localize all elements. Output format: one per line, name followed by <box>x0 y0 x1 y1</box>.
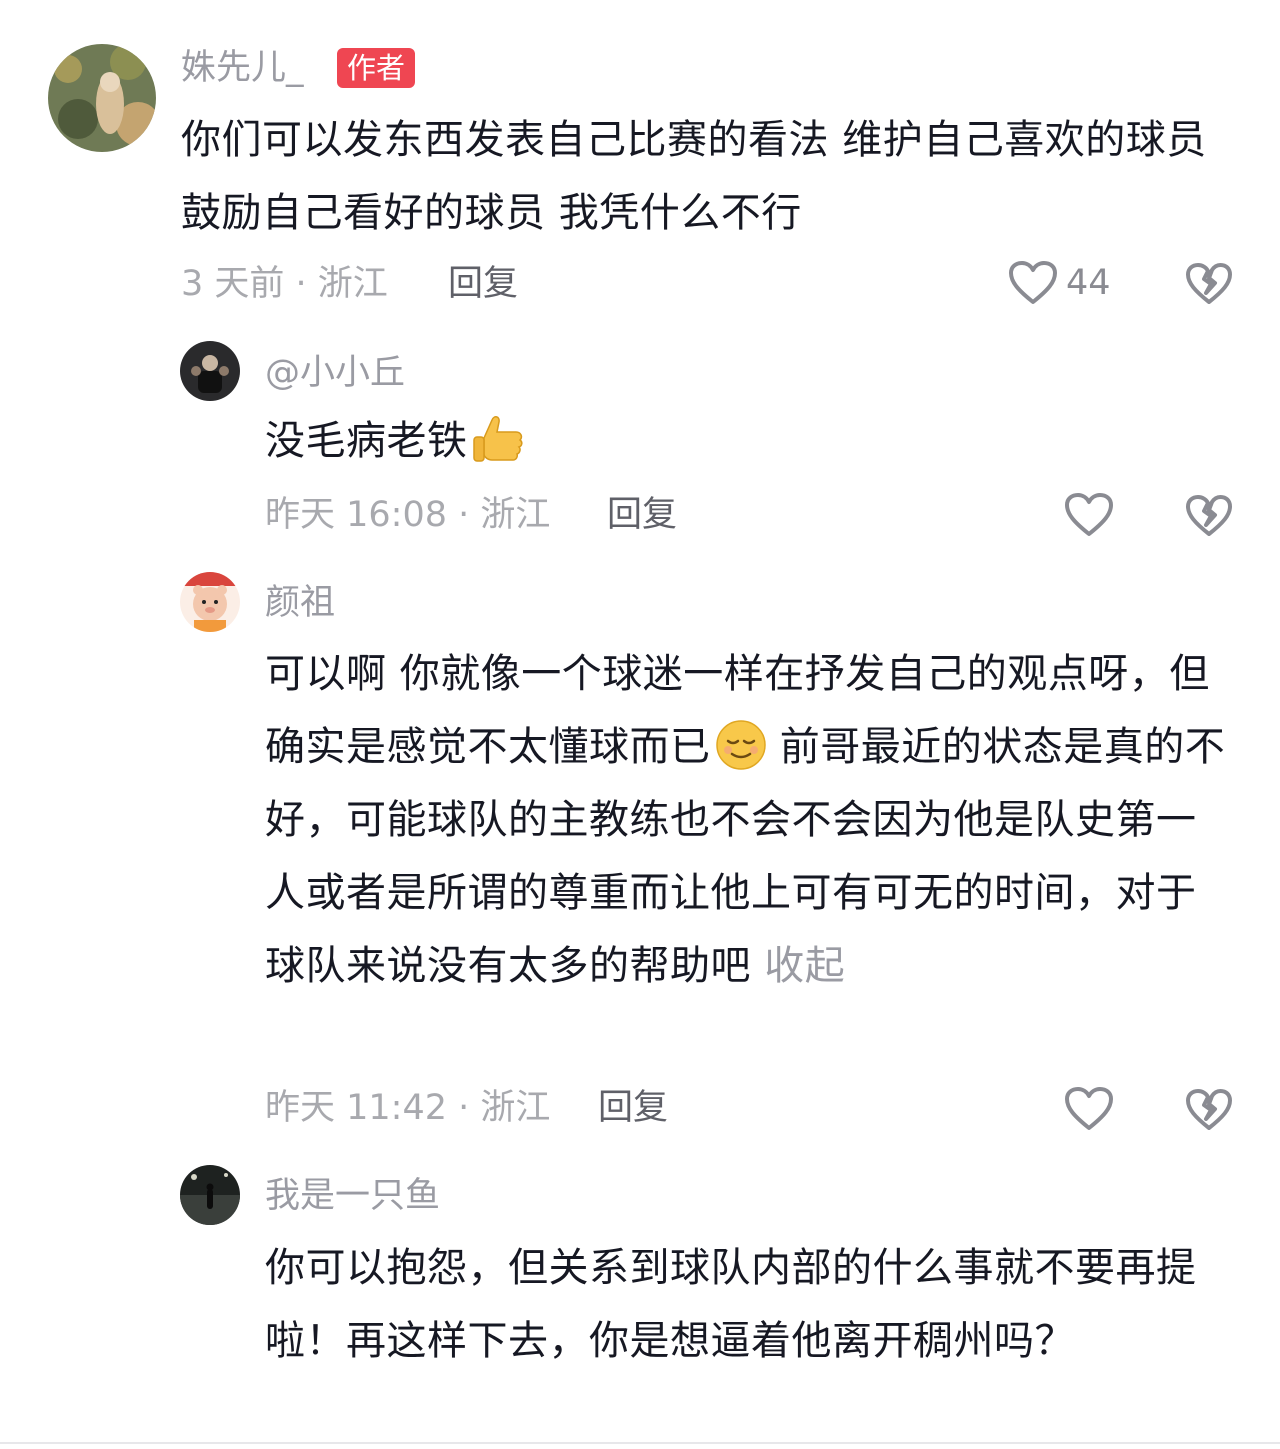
avatar[interactable] <box>48 44 156 152</box>
like-button[interactable]: 44 <box>1008 260 1111 306</box>
collapse-link[interactable]: 收起 <box>764 943 845 989</box>
broken-heart-icon <box>1186 1089 1232 1130</box>
broken-heart-icon <box>1186 495 1232 536</box>
reply-text: 没毛病老铁 <box>265 405 1245 478</box>
reply-text: 你可以抱怨，但关系到球队内部的什么事就不要再提啦！再这样下去，你是想逼着他离开稠… <box>265 1245 1197 1364</box>
heart-outline-icon <box>1065 493 1113 536</box>
author-name[interactable]: 姝先儿_ <box>181 51 304 86</box>
thumbs-up-emoji <box>472 416 523 462</box>
avatar[interactable] <box>180 1165 240 1225</box>
reply-text: 可以啊 你就像一个球迷一样在抒发自己的观点呀，但确实是感觉不太懂球而已 前哥最近… <box>265 638 1230 1003</box>
author-name[interactable]: @小小丘 <box>265 356 405 391</box>
comment-text: 你们可以发东西发表自己比赛的看法 维护自己喜欢的球员 鼓励自己看好的球员 我凭什… <box>181 117 1207 236</box>
author-name[interactable]: 我是一只鱼 <box>265 1179 440 1214</box>
reply-button[interactable]: 回复 <box>598 1091 668 1126</box>
avatar[interactable] <box>180 341 240 401</box>
heart-outline-icon <box>1065 1087 1113 1130</box>
author-name[interactable]: 颜祖 <box>265 586 335 621</box>
like-count: 44 <box>1066 262 1111 303</box>
comment-meta: 3 天前 · 浙江 <box>181 264 388 304</box>
dislike-button[interactable] <box>1185 1088 1233 1136</box>
reply-button[interactable]: 回复 <box>448 267 518 302</box>
reply-text-content: 没毛病老铁 <box>265 418 468 464</box>
heart-outline-icon <box>1009 261 1057 304</box>
reply-button[interactable]: 回复 <box>607 498 677 533</box>
dislike-button[interactable] <box>1185 494 1233 542</box>
avatar[interactable] <box>180 572 240 632</box>
broken-heart-icon <box>1186 263 1232 304</box>
like-button[interactable] <box>1064 492 1114 538</box>
relieved-face-emoji <box>715 720 766 770</box>
reply-meta: 昨天 11:42 · 浙江 <box>265 1088 551 1128</box>
like-button[interactable] <box>1064 1086 1114 1132</box>
reply-meta: 昨天 16:08 · 浙江 <box>265 495 551 535</box>
dislike-button[interactable] <box>1185 262 1233 310</box>
divider <box>0 1442 1280 1444</box>
author-badge: 作者 <box>337 48 416 88</box>
